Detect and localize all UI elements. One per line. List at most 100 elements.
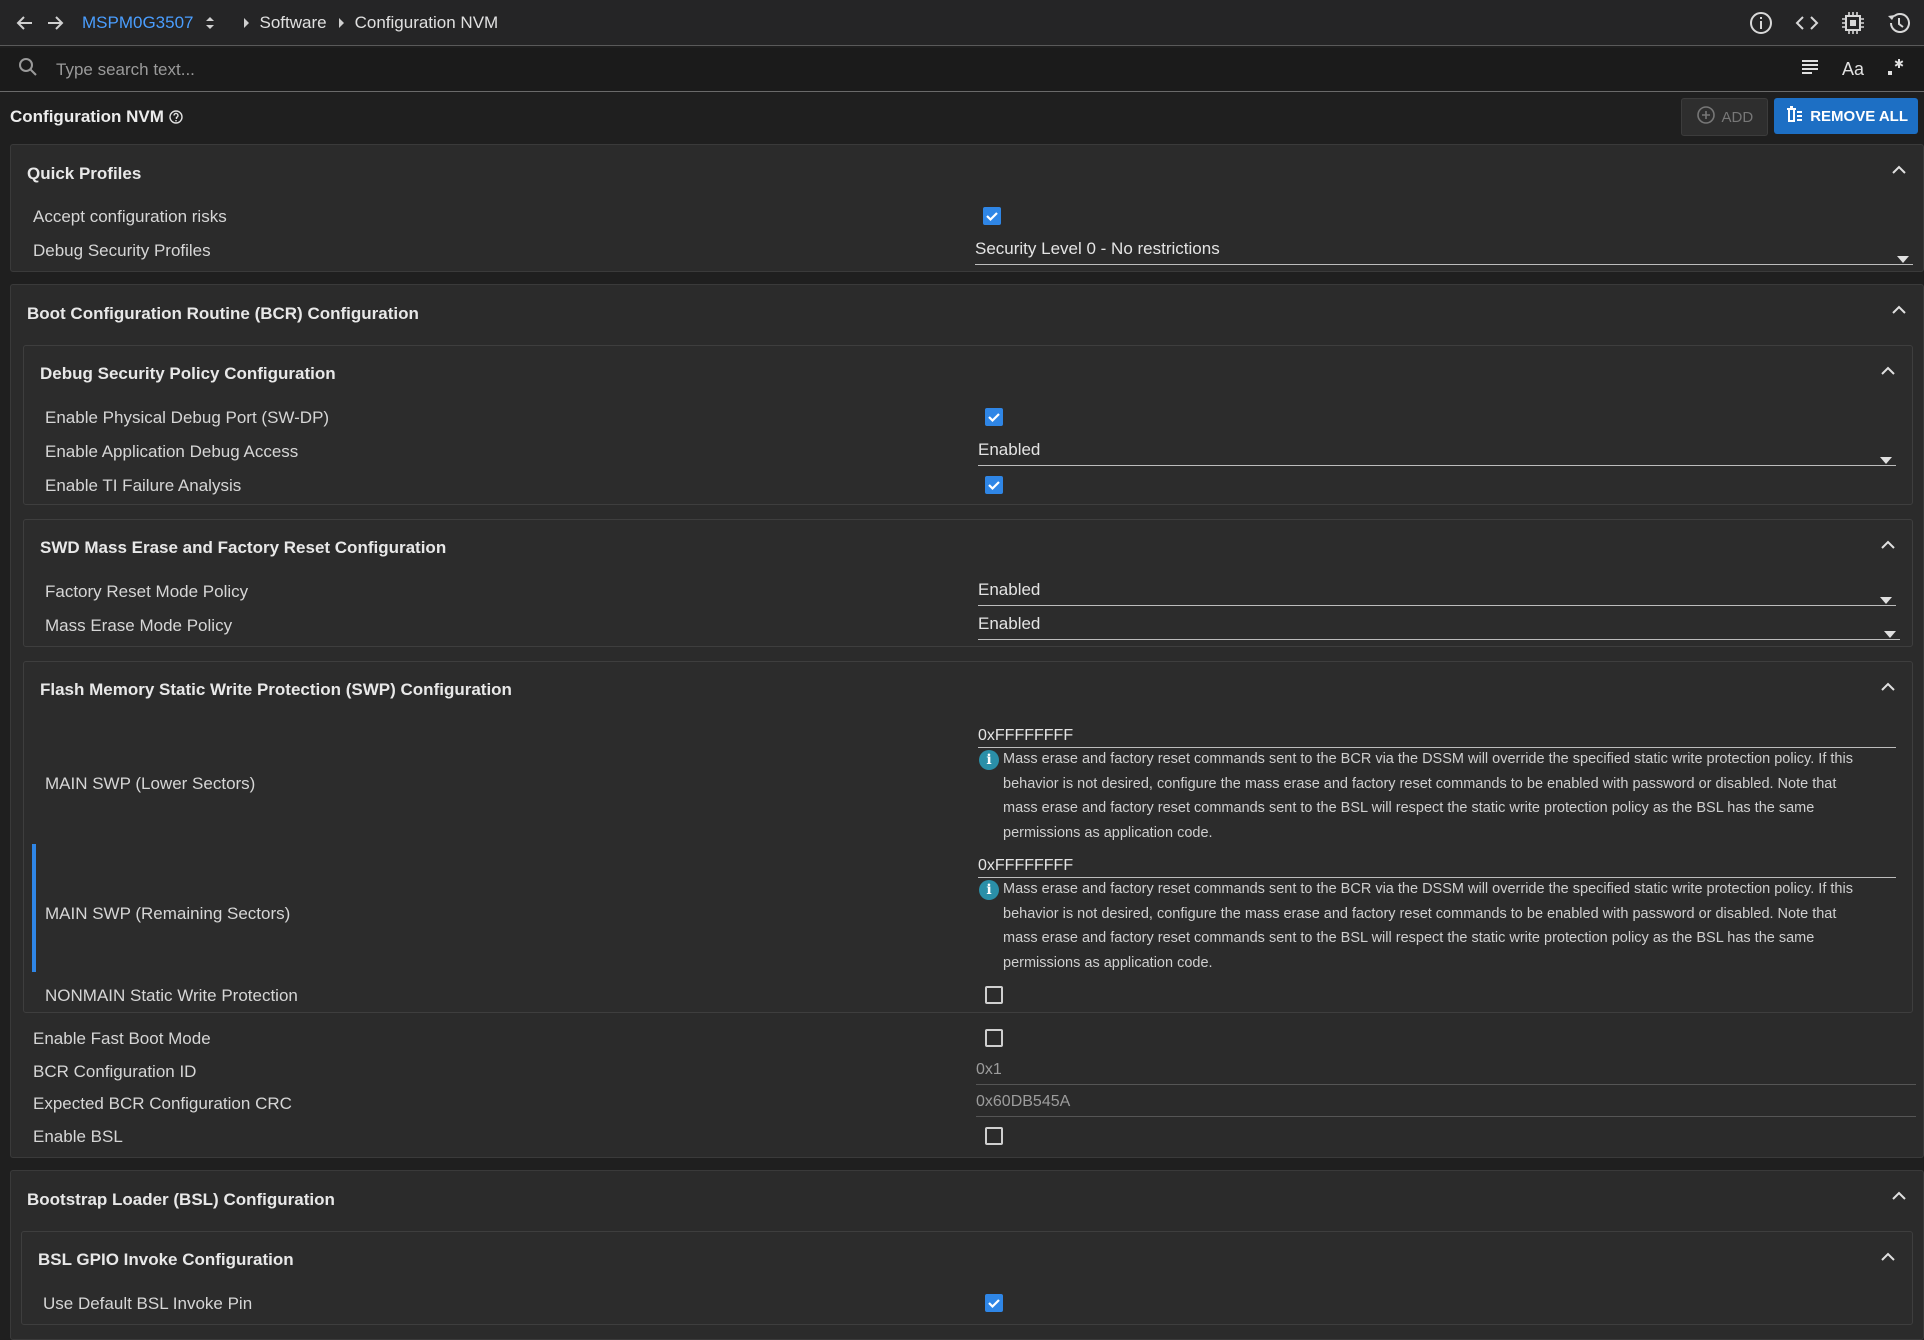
regex-icon[interactable] (1886, 57, 1906, 82)
bcr-config-id-field: 0x1 (976, 1061, 1916, 1085)
chevron-up-icon[interactable] (1880, 536, 1896, 556)
bcr-crc-value: 0x60DB545A (976, 1093, 1071, 1110)
default-bsl-pin-label: Use Default BSL Invoke Pin (43, 1294, 253, 1313)
list-view-icon[interactable] (1800, 58, 1820, 81)
swd-mass-erase-section: SWD Mass Erase and Factory Reset Configu… (23, 519, 1913, 647)
chip-icon[interactable] (1838, 8, 1868, 38)
factory-reset-select[interactable]: Enabled (978, 580, 1896, 606)
trash-list-icon (1784, 104, 1804, 128)
match-case-icon[interactable]: Aa (1842, 59, 1864, 80)
caret-down-icon (1884, 623, 1896, 643)
breadcrumb-chevron-icon (242, 17, 250, 29)
bcr-config-id-value: 0x1 (976, 1061, 1002, 1078)
enable-bsl-checkbox[interactable] (985, 1127, 1003, 1145)
forward-arrow-icon[interactable] (40, 8, 70, 38)
chevron-up-icon[interactable] (1880, 678, 1896, 698)
swd-mass-erase-header[interactable]: SWD Mass Erase and Factory Reset Configu… (40, 538, 446, 558)
debug-security-profiles-select[interactable]: Security Level 0 - No restrictions (975, 239, 1913, 265)
debug-policy-header[interactable]: Debug Security Policy Configuration (40, 364, 336, 384)
mass-erase-value: Enabled (978, 614, 1041, 633)
mass-erase-select[interactable]: Enabled (978, 614, 1900, 640)
history-icon[interactable] (1884, 8, 1914, 38)
default-bsl-pin-checkbox[interactable] (985, 1294, 1003, 1312)
swp-section: Flash Memory Static Write Protection (SW… (23, 661, 1913, 1013)
search-bar: Aa (0, 48, 1924, 92)
info-line: Mass erase and factory reset commands se… (1003, 751, 1853, 767)
top-bar: MSPM0G3507 Software Configuration NVM (0, 0, 1924, 46)
bcr-crc-label: Expected BCR Configuration CRC (33, 1094, 292, 1113)
info-line: mass erase and factory reset commands se… (1003, 800, 1815, 816)
info-icon: i (979, 750, 999, 770)
bsl-header[interactable]: Bootstrap Loader (BSL) Configuration (27, 1190, 335, 1210)
quick-profiles-section: Quick Profiles Accept configuration risk… (10, 144, 1924, 272)
add-circle-icon (1696, 105, 1716, 129)
chevron-up-icon[interactable] (1880, 362, 1896, 382)
main-swp-lower-label: MAIN SWP (Lower Sectors) (45, 774, 256, 793)
main-swp-lower-input[interactable] (978, 724, 1896, 748)
breadcrumb-software[interactable]: Software (260, 13, 327, 33)
back-arrow-icon[interactable] (10, 8, 40, 38)
bcr-crc-field: 0x60DB545A (976, 1093, 1916, 1117)
code-icon[interactable] (1792, 8, 1822, 38)
info-line: mass erase and factory reset commands se… (1003, 930, 1815, 946)
quick-profiles-header[interactable]: Quick Profiles (27, 164, 141, 184)
app-debug-label: Enable Application Debug Access (45, 442, 299, 461)
app-debug-select[interactable]: Enabled (978, 440, 1896, 466)
device-selector[interactable]: MSPM0G3507 (82, 13, 194, 33)
help-icon[interactable] (169, 110, 183, 124)
page-title: Configuration NVM (10, 107, 164, 126)
fast-boot-label: Enable Fast Boot Mode (33, 1029, 211, 1048)
mass-erase-label: Mass Erase Mode Policy (45, 616, 233, 635)
focus-indicator (32, 844, 36, 972)
chevron-up-icon[interactable] (1891, 301, 1907, 321)
info-line: behavior is not desired, configure the m… (1003, 905, 1837, 922)
enable-bsl-label: Enable BSL (33, 1127, 123, 1146)
nonmain-swp-checkbox[interactable] (985, 986, 1003, 1004)
info-line: behavior is not desired, configure the m… (1003, 775, 1837, 792)
info-line: permissions as application code. (1003, 954, 1213, 971)
swdp-checkbox[interactable] (985, 408, 1003, 426)
caret-down-icon (1880, 589, 1892, 609)
chevron-up-icon[interactable] (1880, 1248, 1896, 1268)
add-button-label: ADD (1721, 108, 1754, 126)
ti-fa-label: Enable TI Failure Analysis (45, 476, 242, 495)
info-icon: i (979, 880, 999, 900)
bsl-gpio-section: BSL GPIO Invoke Configuration Use Defaul… (21, 1231, 1913, 1325)
bcr-header[interactable]: Boot Configuration Routine (BCR) Configu… (27, 304, 419, 324)
swdp-label: Enable Physical Debug Port (SW-DP) (45, 408, 330, 427)
add-button[interactable]: ADD (1680, 98, 1769, 136)
debug-security-profiles-label: Debug Security Profiles (33, 241, 211, 260)
search-icon (18, 57, 38, 82)
breadcrumb-chevron-icon (337, 17, 345, 29)
bsl-section: Bootstrap Loader (BSL) Configuration BSL… (10, 1170, 1924, 1340)
chevron-up-icon[interactable] (1891, 1187, 1907, 1207)
bcr-section: Boot Configuration Routine (BCR) Configu… (10, 284, 1924, 1158)
chevron-up-icon[interactable] (1891, 161, 1907, 181)
fast-boot-checkbox[interactable] (985, 1029, 1003, 1047)
info-icon[interactable] (1746, 8, 1776, 38)
debug-security-profiles-value: Security Level 0 - No restrictions (975, 239, 1220, 258)
bsl-gpio-header[interactable]: BSL GPIO Invoke Configuration (38, 1250, 294, 1270)
factory-reset-label: Factory Reset Mode Policy (45, 582, 249, 601)
accept-risks-label: Accept configuration risks (33, 207, 227, 226)
factory-reset-value: Enabled (978, 580, 1041, 599)
caret-down-icon (1880, 449, 1892, 469)
remove-all-button[interactable]: REMOVE ALL (1774, 98, 1918, 134)
swp-header[interactable]: Flash Memory Static Write Protection (SW… (40, 680, 512, 700)
info-line: Mass erase and factory reset commands se… (1003, 881, 1853, 897)
app-debug-value: Enabled (978, 440, 1041, 459)
debug-policy-section: Debug Security Policy Configuration Enab… (23, 345, 1913, 505)
accept-risks-checkbox[interactable] (983, 207, 1001, 225)
main-swp-lower-info: Mass erase and factory reset commands se… (1003, 747, 1903, 845)
device-switch-icon[interactable] (204, 15, 216, 31)
main-swp-remaining-info: Mass erase and factory reset commands se… (1003, 877, 1903, 975)
main-swp-remaining-label: MAIN SWP (Remaining Sectors) (45, 904, 291, 923)
ti-fa-checkbox[interactable] (985, 476, 1003, 494)
page-title-bar: Configuration NVM ADD REMOVE ALL (0, 92, 1924, 142)
main-swp-remaining-input[interactable] (978, 854, 1896, 878)
bcr-config-id-label: BCR Configuration ID (33, 1062, 197, 1081)
breadcrumb-configuration-nvm: Configuration NVM (354, 12, 499, 32)
search-input[interactable] (54, 58, 1800, 81)
nonmain-swp-label: NONMAIN Static Write Protection (45, 986, 298, 1005)
info-line: permissions as application code. (1003, 824, 1213, 841)
